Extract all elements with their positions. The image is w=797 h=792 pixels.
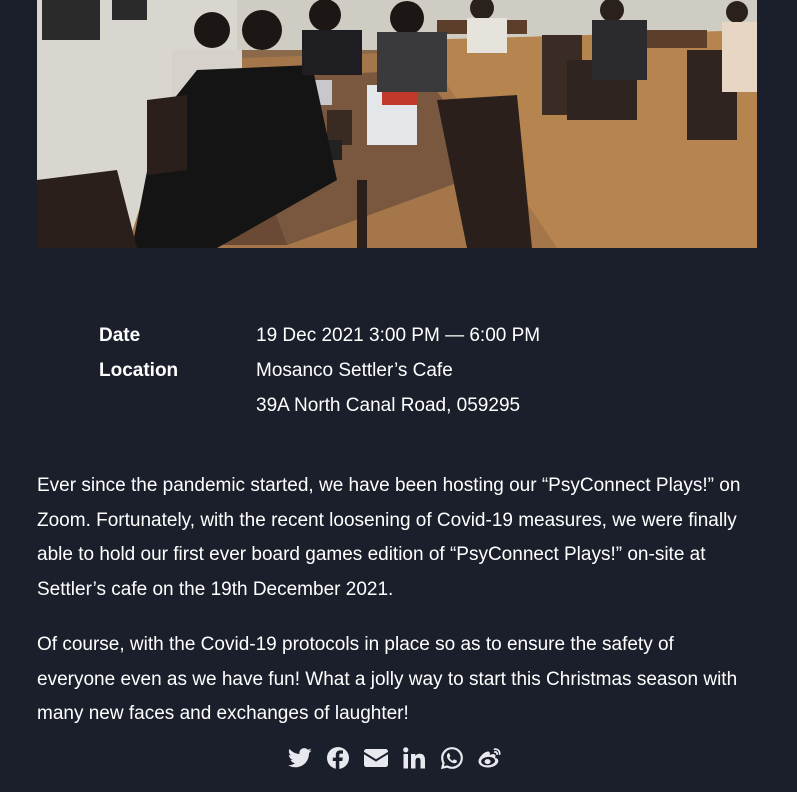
location-label: Location: [99, 360, 179, 381]
location-address: 39A North Canal Road, 059295: [256, 395, 521, 416]
weibo-icon[interactable]: [478, 746, 502, 770]
date-row: Date 19 Dec 2021 3:00 PM — 6:00 PM: [99, 318, 699, 353]
location-name: Mosanco Settler’s Cafe: [256, 360, 453, 381]
body-paragraph: Of course, with the Covid-19 protocols i…: [37, 634, 738, 724]
whatsapp-icon[interactable]: [440, 746, 464, 770]
email-icon[interactable]: [364, 746, 388, 770]
event-photo: [37, 0, 757, 248]
article-body: Ever since the pandemic started, we have…: [37, 469, 757, 753]
twitter-icon[interactable]: [288, 746, 312, 770]
body-paragraph: Ever since the pandemic started, we have…: [37, 475, 741, 600]
share-bar: [288, 746, 502, 770]
date-value: 19 Dec 2021 3:00 PM — 6:00 PM: [256, 325, 541, 346]
location-row: Location Mosanco Settler’s Cafe 39A Nort…: [99, 353, 699, 423]
location-value: Mosanco Settler’s Cafe 39A North Canal R…: [256, 353, 699, 423]
date-label: Date: [99, 325, 141, 346]
event-details: Date 19 Dec 2021 3:00 PM — 6:00 PM Locat…: [99, 318, 699, 423]
facebook-icon[interactable]: [326, 746, 350, 770]
linkedin-icon[interactable]: [402, 746, 426, 770]
